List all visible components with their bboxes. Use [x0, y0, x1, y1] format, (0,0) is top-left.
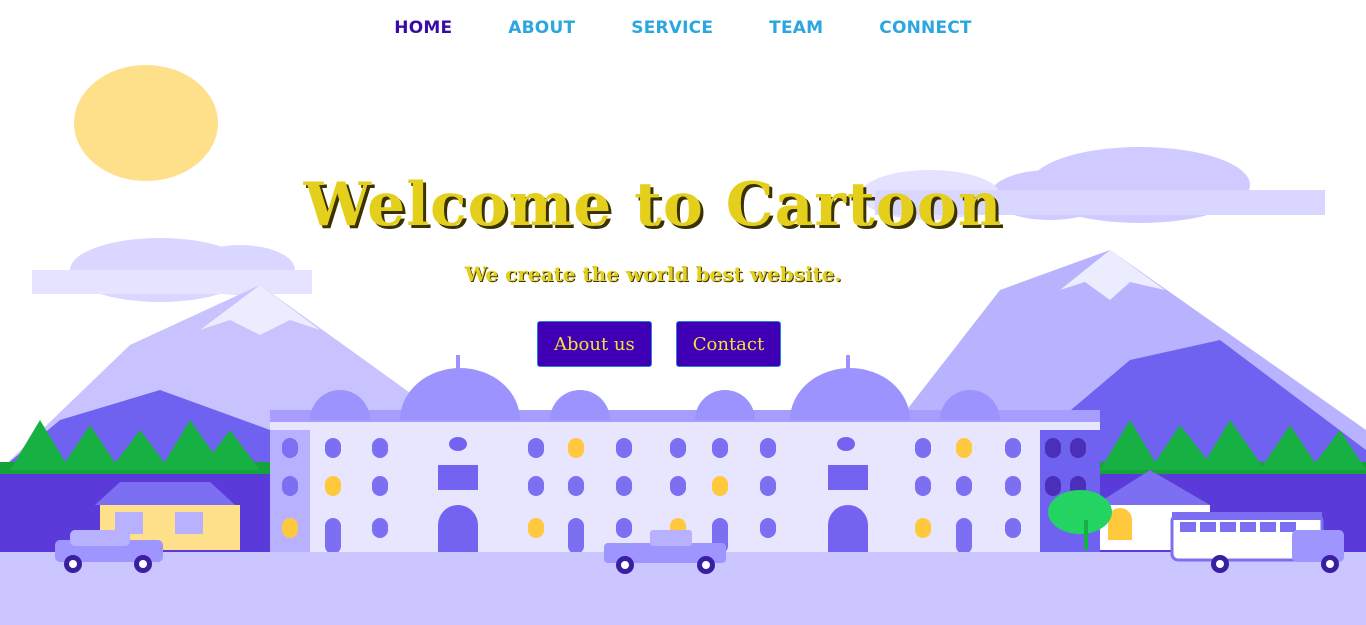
nav-link-team[interactable]: TEAM	[741, 18, 851, 38]
hero-buttons: About us Contact	[537, 321, 782, 367]
cartoon-city-illustration	[0, 65, 1366, 625]
about-us-button[interactable]: About us	[537, 321, 652, 367]
sun-shape	[74, 65, 218, 181]
hero-subtitle: We create the world best website.	[464, 262, 842, 286]
main-nav: HOME ABOUT SERVICE TEAM CONNECT	[0, 0, 1366, 56]
hero-title: Welcome to Cartoon	[303, 170, 1003, 240]
nav-link-about[interactable]: ABOUT	[480, 18, 603, 38]
nav-link-service[interactable]: SERVICE	[603, 18, 741, 38]
contact-button[interactable]: Contact	[675, 321, 782, 367]
nav-link-connect[interactable]: CONNECT	[851, 18, 999, 38]
nav-link-home[interactable]: HOME	[366, 18, 480, 38]
